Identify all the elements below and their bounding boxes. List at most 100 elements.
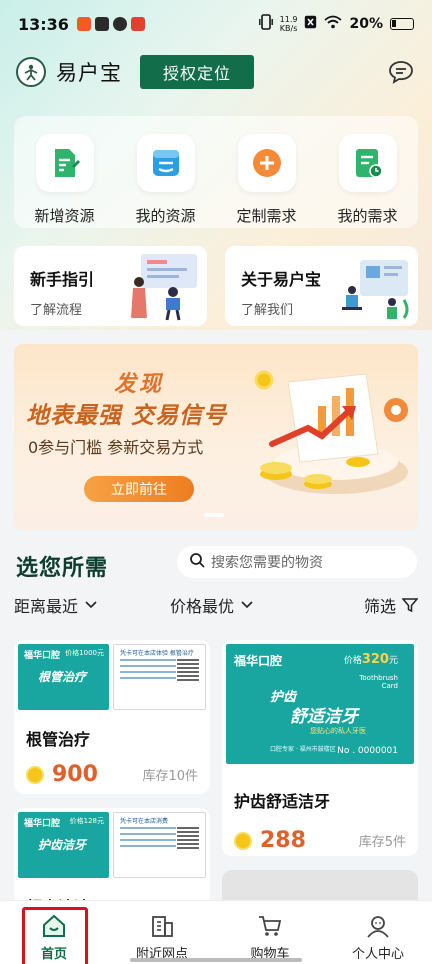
search-input[interactable]: 搜索您需要的物资: [177, 546, 417, 578]
message-icon[interactable]: [386, 57, 416, 87]
banner-illustration: [254, 370, 408, 494]
price-row: 288 库存5件: [222, 828, 418, 853]
image-slogan-text: 您贴心的私人牙医: [310, 727, 366, 735]
sort-bar: 距离最近 价格最优 筛选: [14, 592, 418, 618]
product-image: 福华口腔 价格320元 护齿 舒适洁牙 Toothbrush Card 您贴心的私…: [226, 644, 414, 764]
status-time: 13:36: [18, 14, 69, 34]
notification-app-icon: [76, 17, 91, 31]
chevron-down-icon: [241, 601, 253, 609]
qr-code-icon: [177, 827, 199, 849]
image-text-lines: [120, 827, 176, 851]
quick-action-my-resource[interactable]: 我的资源: [120, 134, 212, 228]
tab-cart[interactable]: 购物车: [216, 901, 324, 964]
card-front-image: 福华口腔 价格1000元 根管治疗: [18, 644, 109, 710]
promo-banner[interactable]: 发现 地表最强 交易信号 0参与门槛 参新交易方式 立即前往: [14, 344, 418, 530]
custom-demand-icon: [237, 134, 296, 192]
bottom-tab-bar: 首页 附近网点 购物车 个人中心: [0, 900, 432, 964]
funnel-icon: [402, 598, 418, 613]
product-price: 900: [52, 762, 98, 787]
image-address-text: 口腔专家 · 福州市鼓楼区: [270, 746, 336, 753]
tab-nearby[interactable]: 附近网点: [108, 901, 216, 964]
image-price-text: 价格320元: [344, 652, 398, 667]
wifi-icon: [324, 15, 343, 33]
tab-home[interactable]: 首页: [0, 901, 108, 964]
image-brand-text: 福华口腔: [234, 654, 283, 668]
product-card[interactable]: 福华口腔 价格320元 护齿 舒适洁牙 Toothbrush Card 您贴心的私…: [222, 640, 418, 856]
banner-go-button[interactable]: 立即前往: [84, 476, 194, 502]
quick-action-add-resource[interactable]: 新增资源: [19, 134, 111, 228]
cart-icon: [259, 916, 282, 936]
coin-icon: [234, 831, 252, 850]
status-right: 11.9 KB/s 20%: [258, 14, 414, 34]
about-card[interactable]: 关于易户宝 了解我们: [225, 246, 418, 326]
card-back-image: 凭卡可在本店消费: [113, 812, 206, 878]
quick-actions-panel: 新增资源 我的资源 定制需求 我的需求: [14, 116, 418, 228]
tab-label: 个人中心: [351, 947, 404, 962]
card-front-image: 福华口腔 价格128元 护齿洁牙: [18, 812, 109, 878]
notification-app-icon: [94, 17, 109, 31]
product-column-left: 福华口腔 价格1000元 根管治疗 凭卡可在本店体验 根管治疗 根管治疗 900…: [14, 640, 210, 942]
image-text-lines: [120, 659, 176, 683]
image-note-text: 凭卡可在本店体验 根管治疗: [120, 650, 194, 657]
vibrate-icon: [258, 14, 273, 34]
status-bar: 13:36 11.9 KB/s 20%: [0, 0, 432, 48]
about-illustration: [342, 260, 409, 319]
image-en-line: Card: [381, 682, 398, 690]
sort-by-distance[interactable]: 距离最近: [14, 593, 98, 617]
product-name: 根管治疗: [26, 730, 91, 749]
net-speed: 11.9 KB/s: [280, 15, 298, 33]
quick-action-my-demand[interactable]: 我的需求: [322, 134, 414, 228]
product-card[interactable]: 福华口腔 价格1000元 根管治疗 凭卡可在本店体验 根管治疗 根管治疗 900…: [14, 640, 210, 794]
chevron-down-icon: [85, 601, 97, 609]
image-price-text: 价格1000元: [65, 649, 104, 657]
image-brand-text: 福华口腔: [24, 651, 61, 661]
home-icon: [43, 914, 65, 937]
quick-action-label: 定制需求: [236, 207, 297, 225]
product-stock: 库存10件: [142, 769, 198, 784]
tab-label: 首页: [40, 947, 67, 962]
product-image: 福华口腔 价格1000元 根管治疗 凭卡可在本店体验 根管治疗: [18, 644, 206, 710]
image-note-text: 凭卡可在本店消费: [120, 818, 169, 825]
add-resource-icon: [35, 134, 94, 192]
my-demand-icon: [338, 134, 397, 192]
card-back-image: 凭卡可在本店体验 根管治疗: [113, 644, 206, 710]
product-image: 福华口腔 价格128元 护齿洁牙 凭卡可在本店消费: [18, 812, 206, 878]
newbie-guide-card[interactable]: 新手指引 了解流程: [14, 246, 207, 326]
qr-code-icon: [177, 659, 199, 681]
notification-app-icon: [112, 17, 127, 31]
sim-off-icon: [304, 15, 317, 33]
image-price-prefix: 价格: [343, 656, 362, 666]
sort-label: 价格最优: [170, 597, 235, 616]
app-header: 易户宝 授权定位: [16, 52, 416, 92]
sort-by-price[interactable]: 价格最优: [170, 593, 254, 617]
quick-action-custom-demand[interactable]: 定制需求: [221, 134, 313, 228]
user-icon: [367, 916, 389, 938]
net-speed-unit: KB/s: [279, 24, 298, 33]
authorize-location-button[interactable]: 授权定位: [140, 55, 254, 89]
my-resource-icon: [136, 134, 195, 192]
product-price: 288: [260, 828, 306, 853]
coin-icon: [26, 765, 44, 784]
banner-headline: 地表最强 交易信号: [26, 403, 228, 429]
battery-icon: [390, 18, 414, 30]
image-price-text: 价格128元: [69, 817, 104, 825]
product-name: 护齿舒适洁牙: [234, 792, 331, 811]
search-icon: [189, 552, 205, 572]
sort-label: 距离最近: [14, 597, 79, 616]
banner-tag: 发现: [114, 372, 165, 397]
image-en-line: Toothbrush: [359, 674, 398, 682]
battery-percent: 20%: [349, 16, 383, 32]
filter-label: 筛选: [363, 597, 396, 616]
image-main-text: 护齿洁牙: [38, 838, 87, 852]
image-en-text: Toothbrush Card: [359, 674, 398, 690]
image-price-value: 320: [361, 652, 389, 667]
image-price-suffix: 元: [388, 656, 398, 666]
tab-profile[interactable]: 个人中心: [324, 901, 432, 964]
net-speed-value: 11.9: [279, 15, 298, 24]
image-card-number: No . 0000001: [337, 746, 398, 756]
notification-app-icon: [130, 17, 145, 31]
filter-button[interactable]: 筛选: [364, 593, 418, 617]
building-icon: [152, 916, 173, 937]
banner-subtitle: 0参与门槛 参新交易方式: [28, 438, 204, 457]
image-brand-text: 福华口腔: [24, 819, 61, 829]
